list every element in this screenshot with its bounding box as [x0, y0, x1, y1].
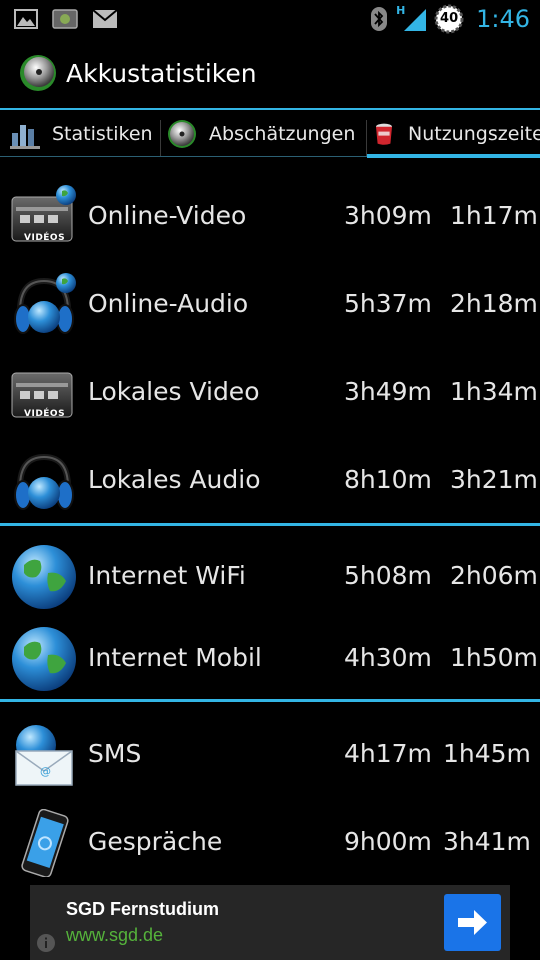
ad-open-button[interactable] — [444, 894, 501, 951]
row-label: Lokales Audio — [88, 465, 261, 494]
row-value-1: 5h08m — [344, 561, 432, 590]
tab-label: Nutzungszeiten — [408, 123, 540, 145]
phone-icon — [21, 809, 69, 877]
row-label: Online-Audio — [88, 289, 249, 318]
network-indicator: H — [396, 4, 427, 32]
video-badge: VIDÉOS — [24, 233, 66, 243]
row-value-1: 3h49m — [344, 377, 432, 406]
arrow-right-icon — [458, 910, 487, 935]
row-label: Gespräche — [88, 827, 223, 856]
battery-level: 40 — [440, 11, 459, 26]
headphones-icon — [14, 453, 74, 510]
tab-divider — [366, 120, 367, 156]
row-value-2: 3h21m — [450, 465, 538, 494]
row-value-2: 2h18m — [450, 289, 538, 318]
headphones-globe-icon — [14, 273, 76, 334]
signal-icon — [404, 9, 427, 31]
list-item[interactable]: Internet Mobil 4h30m 1h50m — [0, 615, 540, 701]
row-label: Lokales Video — [88, 377, 260, 406]
action-bar: Akkustatistiken — [0, 38, 540, 108]
row-value-1: 9h00m — [344, 827, 432, 856]
section-divider — [0, 699, 540, 702]
app-title: Akkustatistiken — [66, 58, 257, 88]
row-value-2: 1h17m — [450, 201, 538, 230]
clock: 1:46 — [476, 5, 530, 33]
selected-tab-indicator — [367, 154, 540, 158]
list-item[interactable]: Lokales Audio 8h10m 3h21m — [0, 437, 540, 523]
row-label: Internet Mobil — [88, 643, 262, 672]
tab-abschaetzungen[interactable]: Abschätzungen — [167, 110, 363, 158]
globe-icon — [12, 627, 76, 691]
row-value-2: 1h45m — [443, 739, 531, 768]
ad-url[interactable]: www.sgd.de — [66, 925, 163, 946]
row-value-1: 3h09m — [344, 201, 432, 230]
row-label: Internet WiFi — [88, 561, 246, 590]
envelope-globe-icon: @ — [15, 725, 73, 786]
bluetooth-icon — [371, 7, 388, 31]
row-value-2: 1h50m — [450, 643, 538, 672]
row-value-2: 3h41m — [443, 827, 531, 856]
row-value-2: 1h34m — [450, 377, 538, 406]
battery-indicator: 40 — [434, 4, 464, 34]
app-notification-icon — [52, 9, 78, 29]
tab-label: Statistiken — [52, 123, 153, 145]
row-value-2: 2h06m — [450, 561, 538, 590]
list-item[interactable]: VIDÉOS Online-Video 3h09m 1h17m — [0, 173, 540, 259]
section-divider — [0, 523, 540, 526]
tab-statistiken[interactable]: Statistiken — [10, 110, 158, 158]
status-bar: H 40 1:46 — [0, 0, 540, 38]
tab-label: Abschätzungen — [209, 123, 356, 145]
ad-banner[interactable]: SGD Fernstudium www.sgd.de — [30, 885, 510, 960]
gallery-notification-icon — [14, 9, 38, 29]
row-value-1: 8h10m — [344, 465, 432, 494]
list-item[interactable]: Online-Audio 5h37m 2h18m — [0, 261, 540, 347]
row-value-1: 5h37m — [344, 289, 432, 318]
usage-times-list: VIDÉOS Online-Video 3h09m 1h17m Online-A… — [0, 160, 540, 885]
row-label: Online-Video — [88, 201, 247, 230]
ad-title: SGD Fernstudium — [66, 899, 220, 919]
list-item[interactable]: VIDÉOS Lokales Video 3h49m 1h34m — [0, 349, 540, 435]
row-label: SMS — [88, 739, 142, 768]
svg-text:@: @ — [40, 765, 51, 778]
row-value-1: 4h30m — [344, 643, 432, 672]
tab-nutzungszeiten[interactable]: Nutzungszeiten — [372, 110, 540, 158]
bar-chart-icon — [10, 125, 40, 149]
battery-cup-icon — [376, 123, 392, 145]
app-logo-icon[interactable] — [18, 53, 58, 93]
list-item[interactable]: @ SMS 4h17m 1h45m — [0, 711, 540, 797]
mail-notification-icon — [92, 9, 118, 28]
list-item[interactable]: Internet WiFi 5h08m 2h06m — [0, 533, 540, 619]
globe-icon — [12, 545, 76, 609]
disc-icon — [168, 120, 196, 148]
info-icon[interactable] — [36, 933, 56, 953]
tab-divider — [160, 120, 161, 156]
list-item[interactable]: Gespräche 9h00m 3h41m — [0, 799, 540, 885]
tab-bar: Statistiken Abschätzungen Nutzungszeiten — [0, 108, 540, 158]
row-value-1: 4h17m — [344, 739, 432, 768]
video-badge: VIDÉOS — [24, 409, 66, 419]
